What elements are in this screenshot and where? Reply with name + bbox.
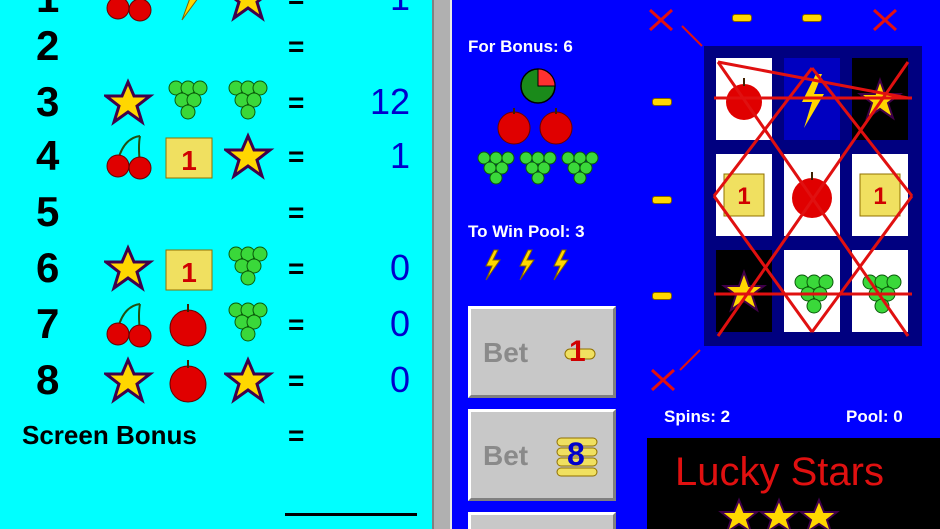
payout-row: 8 = 0 — [0, 352, 432, 408]
lightning-icon — [553, 249, 569, 281]
svg-text:1: 1 — [181, 145, 197, 176]
payout-row-value: 12 — [369, 81, 410, 122]
pool-label: Pool: 0 — [846, 407, 903, 426]
payout-row-number: 4 — [36, 132, 60, 179]
payline-dash — [652, 292, 672, 300]
grapes-icon — [561, 151, 599, 185]
grapes-icon — [519, 151, 557, 185]
bet-one-label: Bet — [483, 337, 529, 368]
bet-eight-button[interactable]: Bet 8 — [468, 409, 616, 501]
payout-row: 6 1 = 0 — [0, 240, 432, 296]
for-bonus-label: For Bonus: 6 — [468, 37, 573, 56]
lightning-icon — [485, 249, 501, 281]
equals-sign: = — [288, 309, 305, 340]
payline — [712, 195, 814, 333]
payline — [810, 195, 914, 333]
equals-sign: = — [288, 87, 305, 118]
to-win-pool-label: To Win Pool: 3 — [468, 222, 585, 241]
payline-dash — [802, 14, 822, 22]
payout-row-value: 0 — [389, 303, 410, 344]
watermelon-icon — [520, 68, 556, 104]
star-icon — [758, 497, 800, 529]
svg-text:1: 1 — [181, 257, 197, 288]
equals-sign: = — [288, 197, 305, 228]
payout-row-symbols: 1 — [104, 130, 275, 182]
payline-dash — [732, 14, 752, 22]
close-icon — [650, 368, 676, 392]
screen-bonus-label: Screen Bonus — [22, 420, 197, 450]
arrow-icon — [679, 349, 701, 371]
bonus-fruit-pyramid — [477, 68, 599, 185]
payout-row-symbols — [104, 76, 274, 128]
payout-row: 5 = — [0, 184, 432, 240]
payout-row-value: 0 — [389, 359, 410, 400]
bet-button-partial[interactable] — [468, 512, 616, 529]
apple-icon — [497, 108, 531, 145]
bet-one-button[interactable]: Bet 1 — [468, 306, 616, 398]
star-icon — [798, 497, 840, 529]
payout-row: 3 = 12 — [0, 74, 432, 130]
payout-row-symbols: 1 — [104, 242, 274, 294]
spins-label: Spins: 2 — [664, 407, 731, 426]
star-icon — [718, 497, 760, 529]
apple-icon — [539, 108, 573, 145]
arrow-icon — [681, 25, 703, 47]
pool-lightning-row — [485, 249, 569, 281]
equals-sign: = — [288, 141, 305, 172]
payout-row-number: 6 — [36, 244, 60, 291]
grapes-icon — [477, 151, 515, 185]
equals-sign: = — [288, 420, 305, 451]
logo-stars — [718, 497, 840, 529]
payline-dash — [652, 98, 672, 106]
game-logo: Lucky Stars — [647, 438, 940, 529]
equals-sign: = — [288, 0, 304, 14]
equals-sign: = — [288, 31, 305, 62]
total-underline — [285, 513, 417, 516]
payout-row-number: 7 — [36, 300, 60, 347]
bet-eight-amount: 8 — [567, 436, 585, 472]
payout-row-symbols — [104, 354, 275, 406]
bet-one-amount: 1 — [569, 335, 586, 368]
payout-row-number: 2 — [36, 22, 60, 69]
equals-sign: = — [288, 365, 305, 396]
payout-table: 1=12=3=1241=15=61=07=08=0Screen Bonus= — [0, 0, 432, 529]
payout-row-value: 1 — [390, 0, 410, 18]
bet-eight-label: Bet — [483, 440, 529, 471]
payout-row: 4 1 = 1 — [0, 128, 432, 184]
payout-row-number: 3 — [36, 78, 60, 125]
payout-row: 7 = 0 — [0, 296, 432, 352]
payout-row: 2 = — [0, 18, 432, 74]
close-icon — [872, 8, 898, 32]
payout-row-value: 1 — [389, 135, 410, 176]
payout-row-value: 0 — [389, 247, 410, 288]
paylines-overlay — [712, 60, 914, 337]
close-icon — [648, 8, 674, 32]
game-title: Lucky Stars — [675, 450, 884, 494]
payline-dash — [652, 196, 672, 204]
lightning-icon — [519, 249, 535, 281]
payout-row-number: 8 — [36, 356, 60, 403]
payout-row-symbols — [104, 298, 274, 350]
payout-row-number: 5 — [36, 188, 60, 235]
equals-sign: = — [288, 253, 305, 284]
payout-row-symbols — [104, 186, 274, 238]
panel-divider — [432, 0, 452, 529]
payout-row-symbols — [104, 20, 274, 72]
